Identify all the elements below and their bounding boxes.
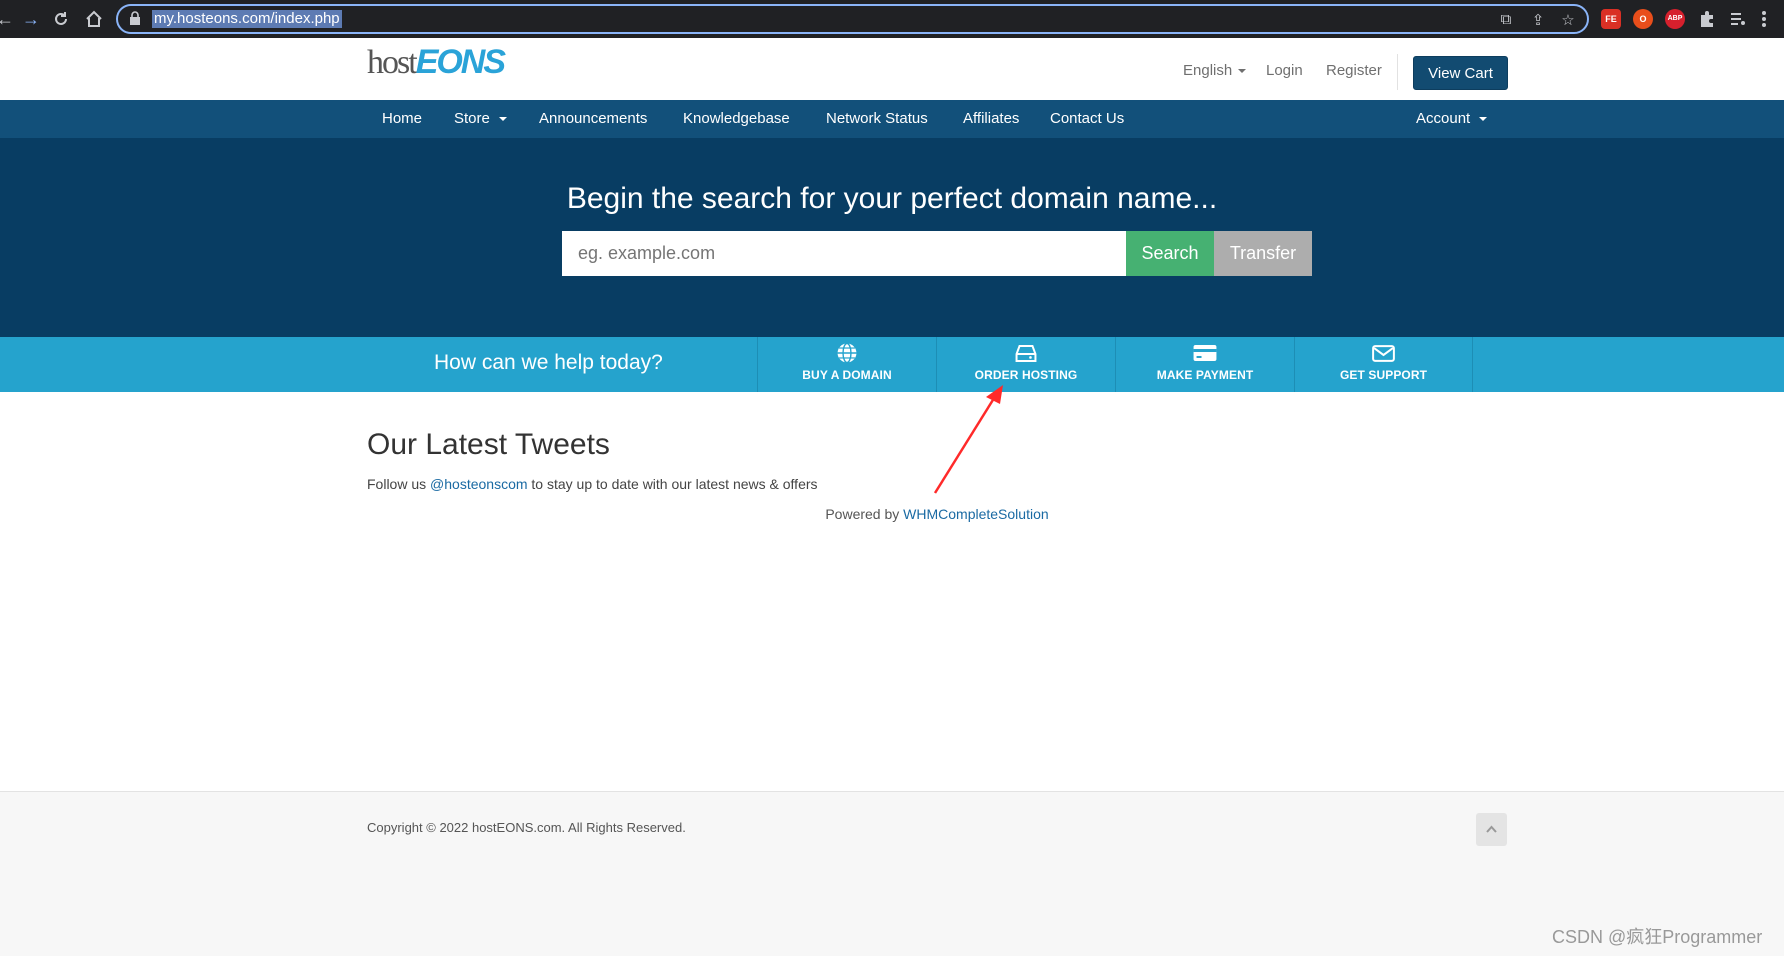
make-payment-button[interactable]: MAKE PAYMENT	[1115, 337, 1294, 392]
translate-icon[interactable]: ⧉	[1496, 11, 1516, 28]
url-text: my.hosteons.com/index.php	[152, 10, 342, 28]
main-navbar: Home Store Announcements Knowledgebase N…	[0, 100, 1784, 138]
back-icon[interactable]: ←	[0, 8, 16, 30]
chevron-up-icon	[1486, 825, 1497, 833]
make-payment-label: MAKE PAYMENT	[1156, 368, 1254, 382]
nav-knowledgebase[interactable]: Knowledgebase	[683, 110, 790, 128]
get-support-button[interactable]: GET SUPPORT	[1294, 337, 1473, 392]
nav-network-status[interactable]: Network Status	[826, 110, 928, 128]
nav-account[interactable]: Account	[1416, 110, 1488, 128]
twitter-handle-link[interactable]: @hosteonscom	[430, 476, 527, 492]
nav-home[interactable]: Home	[382, 110, 422, 128]
chevron-down-icon	[498, 117, 507, 122]
buy-domain-button[interactable]: BUY A DOMAIN	[757, 337, 936, 392]
forward-icon[interactable]: →	[20, 8, 42, 30]
reload-icon[interactable]	[52, 10, 70, 28]
follow-prefix: Follow us	[367, 476, 431, 492]
whmcs-link[interactable]: WHMCompleteSolution	[903, 506, 1049, 522]
nav-account-label: Account	[1416, 110, 1471, 127]
puzzle-extensions-icon[interactable]	[1697, 9, 1717, 29]
hero-title: Begin the search for your perfect domain…	[566, 182, 1218, 215]
envelope-icon	[1372, 345, 1395, 362]
powered-prefix: Powered by	[825, 506, 904, 522]
server-icon	[1015, 345, 1037, 362]
transfer-button[interactable]: Transfer	[1214, 231, 1312, 276]
chevron-down-icon	[1238, 69, 1247, 74]
copyright-text: Copyright © 2022 hostEONS.com. All Right…	[367, 820, 686, 835]
register-link[interactable]: Register	[1326, 62, 1382, 79]
powered-by: Powered by WHMCompleteSolution	[0, 506, 1784, 522]
address-bar[interactable]: my.hosteons.com/index.php ⧉ ⇪ ☆	[116, 4, 1589, 34]
chevron-down-icon	[1479, 117, 1488, 122]
nav-affiliates[interactable]: Affiliates	[963, 110, 1019, 128]
extension-fe-icon[interactable]: FE	[1601, 9, 1621, 29]
nav-store[interactable]: Store	[454, 110, 507, 128]
follow-suffix: to stay up to date with our latest news …	[527, 476, 818, 492]
buy-domain-label: BUY A DOMAIN	[802, 368, 892, 382]
browser-toolbar: ← → my.hosteons.com/index.php ⧉ ⇪ ☆ FE O…	[0, 0, 1784, 38]
view-cart-button[interactable]: View Cart	[1413, 56, 1508, 90]
lock-icon	[130, 11, 140, 25]
bookmark-star-icon[interactable]: ☆	[1558, 11, 1578, 29]
credit-card-icon	[1193, 345, 1217, 361]
search-button[interactable]: Search	[1126, 231, 1214, 276]
order-hosting-button[interactable]: ORDER HOSTING	[936, 337, 1115, 392]
tweets-subtitle: Follow us @hosteonscom to stay up to dat…	[367, 476, 818, 492]
language-label: English	[1183, 62, 1233, 79]
csdn-watermark: CSDN @疯狂Programmer	[1552, 927, 1763, 947]
header-divider	[1397, 54, 1398, 90]
get-support-label: GET SUPPORT	[1339, 368, 1428, 382]
nav-announcements[interactable]: Announcements	[539, 110, 647, 128]
logo-host-text: host	[367, 44, 418, 81]
order-hosting-label: ORDER HOSTING	[974, 368, 1078, 382]
back-to-top-button[interactable]	[1476, 813, 1507, 846]
nav-contact-us[interactable]: Contact Us	[1050, 110, 1124, 128]
home-icon[interactable]	[84, 9, 104, 29]
extension-opera-icon[interactable]: O	[1633, 9, 1653, 29]
language-dropdown[interactable]: English	[1183, 62, 1247, 79]
share-icon[interactable]: ⇪	[1528, 11, 1548, 29]
page-footer	[0, 791, 1784, 956]
domain-search-input[interactable]	[562, 231, 1126, 276]
reading-list-icon[interactable]	[1729, 10, 1747, 28]
tweets-title: Our Latest Tweets	[367, 428, 610, 461]
site-logo[interactable]: hostEONS	[367, 43, 506, 81]
annotation-arrow-icon	[933, 385, 1003, 494]
globe-icon	[837, 342, 857, 364]
nav-store-label: Store	[454, 110, 490, 127]
logo-eons-text: EONS	[415, 43, 506, 81]
menu-dots-icon[interactable]	[1760, 9, 1768, 29]
extension-adblock-icon[interactable]: ABP	[1665, 9, 1685, 29]
login-link[interactable]: Login	[1266, 62, 1303, 79]
help-title: How can we help today?	[434, 351, 663, 374]
